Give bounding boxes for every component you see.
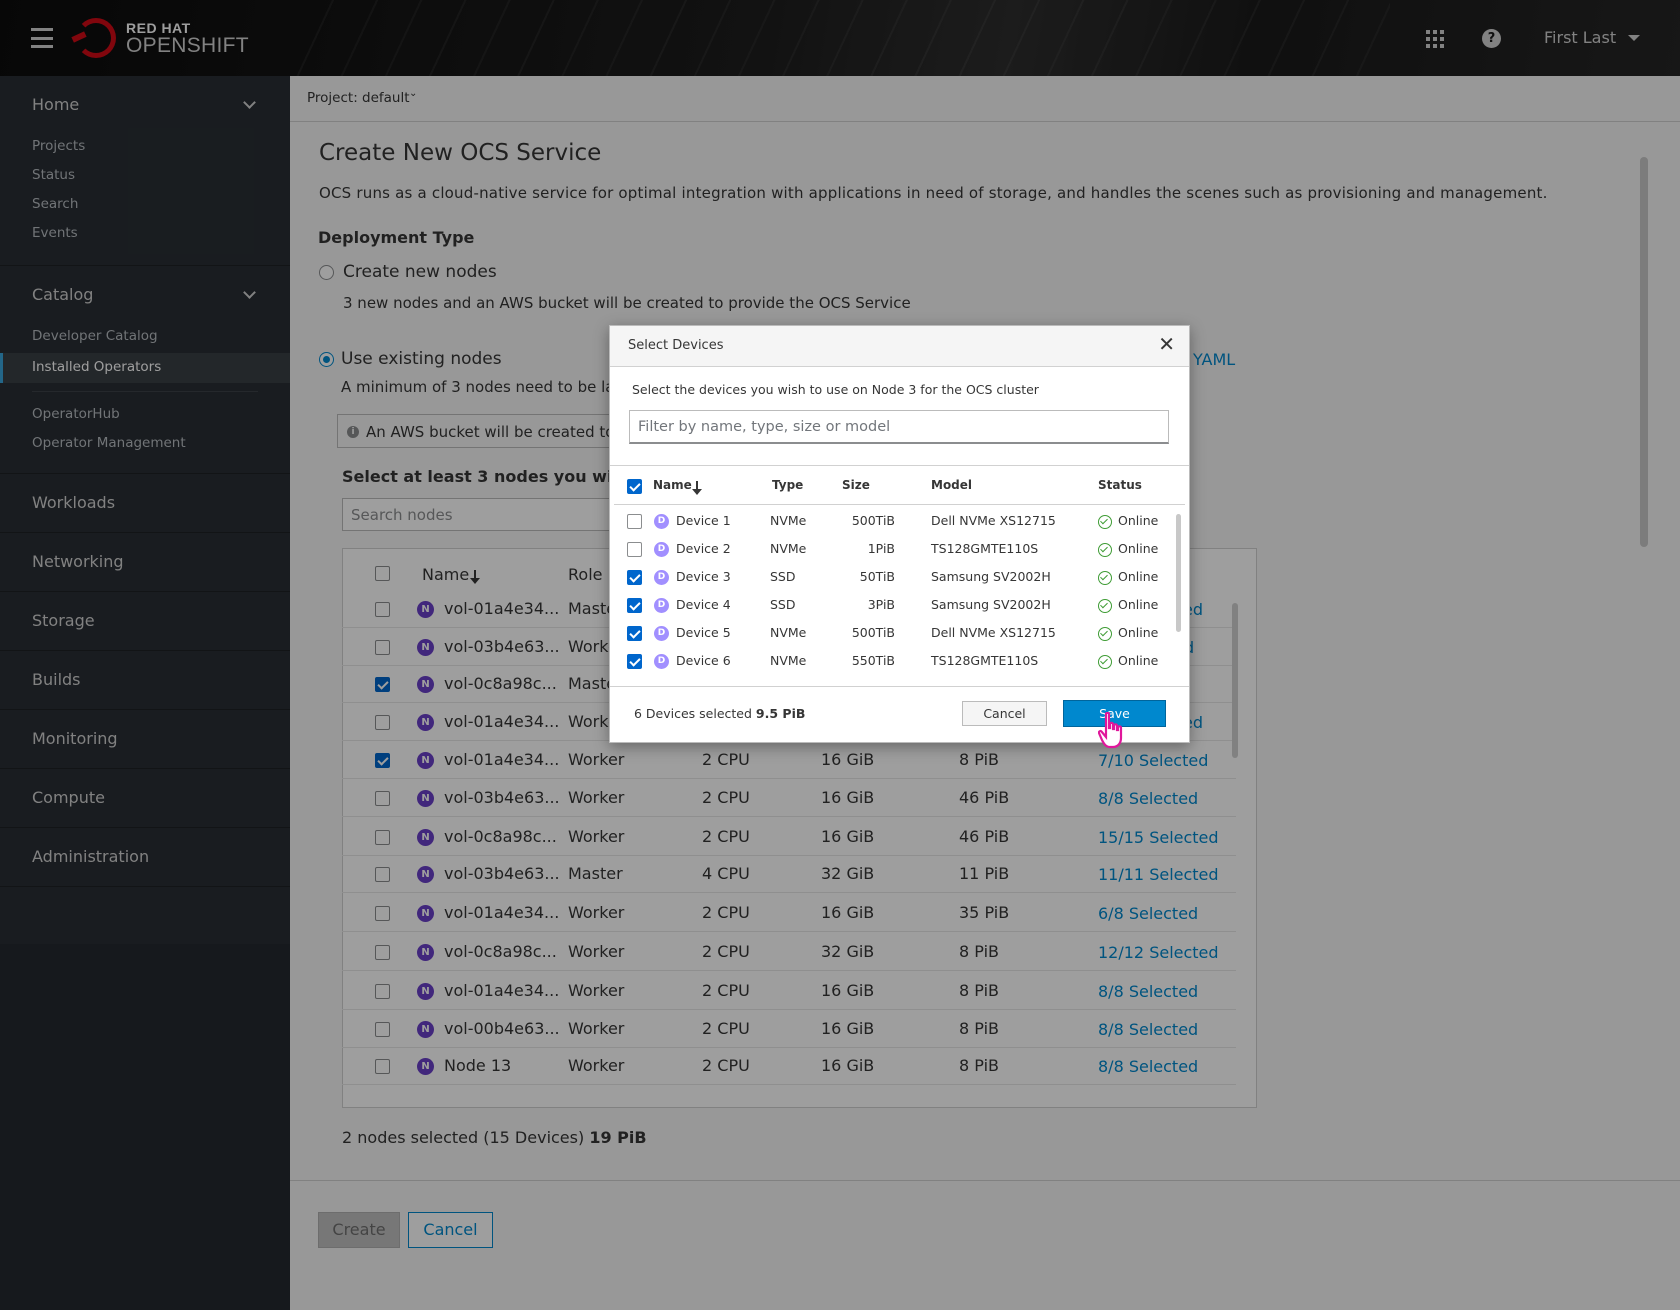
- check-circle-icon: [1098, 515, 1112, 529]
- device-model: Dell NVMe XS12715: [931, 625, 1056, 640]
- device-filter-input[interactable]: Filter by name, type, size or model: [629, 410, 1169, 444]
- device-size: 50TiB: [859, 569, 895, 584]
- device-size: 1PiB: [867, 541, 895, 556]
- device-row-checkbox[interactable]: [627, 598, 642, 613]
- device-type: NVMe: [770, 513, 807, 528]
- device-status: Online: [1118, 513, 1159, 528]
- device-model: TS128GMTE110S: [931, 653, 1039, 668]
- device-header-model[interactable]: Model: [931, 478, 972, 492]
- device-badge-icon: D: [654, 654, 669, 669]
- device-type: NVMe: [770, 625, 807, 640]
- modal-header: Select Devices ✕: [610, 326, 1189, 367]
- device-badge-icon: D: [654, 626, 669, 641]
- close-icon[interactable]: ✕: [1158, 334, 1175, 354]
- device-header-size[interactable]: Size: [842, 478, 870, 492]
- device-status: Online: [1118, 569, 1159, 584]
- check-circle-icon: [1098, 655, 1112, 669]
- device-name: Device 5: [676, 625, 731, 640]
- device-type: NVMe: [770, 541, 807, 556]
- select-all-devices-checkbox[interactable]: [627, 479, 642, 494]
- device-name: Device 6: [676, 653, 731, 668]
- device-status: Online: [1118, 653, 1159, 668]
- device-status: Online: [1118, 625, 1159, 640]
- device-name: Device 3: [676, 569, 731, 584]
- device-badge-icon: D: [654, 570, 669, 585]
- check-circle-icon: [1098, 627, 1112, 641]
- sort-down-icon[interactable]: [692, 481, 702, 495]
- device-badge-icon: D: [654, 514, 669, 529]
- header-divider: [614, 504, 1185, 505]
- device-row-checkbox[interactable]: [627, 542, 642, 557]
- device-model: Dell NVMe XS12715: [931, 513, 1056, 528]
- devices-selected-summary: 6 Devices selected 9.5 PiB: [634, 706, 805, 721]
- devices-selected-size: 9.5 PiB: [755, 706, 806, 721]
- modal-footer-divider: [610, 686, 1189, 687]
- modal-instructions: Select the devices you wish to use on No…: [632, 382, 1039, 397]
- device-type: NVMe: [770, 653, 807, 668]
- device-name: Device 1: [676, 513, 731, 528]
- modal-divider: [610, 465, 1189, 466]
- device-status: Online: [1118, 597, 1159, 612]
- device-badge-icon: D: [654, 542, 669, 557]
- device-size: 500TiB: [851, 625, 895, 640]
- device-model: Samsung SV2002H: [931, 597, 1051, 612]
- check-circle-icon: [1098, 599, 1112, 613]
- modal-title: Select Devices: [628, 338, 724, 353]
- device-type: SSD: [770, 597, 796, 612]
- device-type: SSD: [770, 569, 796, 584]
- device-header-type[interactable]: Type: [772, 478, 803, 492]
- device-row-checkbox[interactable]: [627, 654, 642, 669]
- device-row-checkbox[interactable]: [627, 570, 642, 585]
- check-circle-icon: [1098, 543, 1112, 557]
- device-name: Device 4: [676, 597, 731, 612]
- device-size: 550TiB: [851, 653, 895, 668]
- devices-selected-text: 6 Devices selected: [634, 706, 752, 721]
- check-circle-icon: [1098, 571, 1112, 585]
- modal-cancel-button[interactable]: Cancel: [962, 701, 1047, 726]
- device-row-checkbox[interactable]: [627, 626, 642, 641]
- device-size: 500TiB: [851, 513, 895, 528]
- hand-pointer-icon: [1098, 712, 1123, 749]
- device-header-status[interactable]: Status: [1098, 478, 1142, 492]
- device-model: TS128GMTE110S: [931, 541, 1039, 556]
- device-list-scrollbar[interactable]: [1176, 514, 1181, 632]
- device-header-name[interactable]: Name: [653, 478, 692, 492]
- device-row-checkbox[interactable]: [627, 514, 642, 529]
- select-devices-modal: Select Devices ✕ Select the devices you …: [609, 325, 1190, 743]
- device-badge-icon: D: [654, 598, 669, 613]
- device-size: 3PiB: [867, 597, 895, 612]
- device-filter-placeholder: Filter by name, type, size or model: [638, 419, 891, 435]
- device-name: Device 2: [676, 541, 731, 556]
- device-model: Samsung SV2002H: [931, 569, 1051, 584]
- device-status: Online: [1118, 541, 1159, 556]
